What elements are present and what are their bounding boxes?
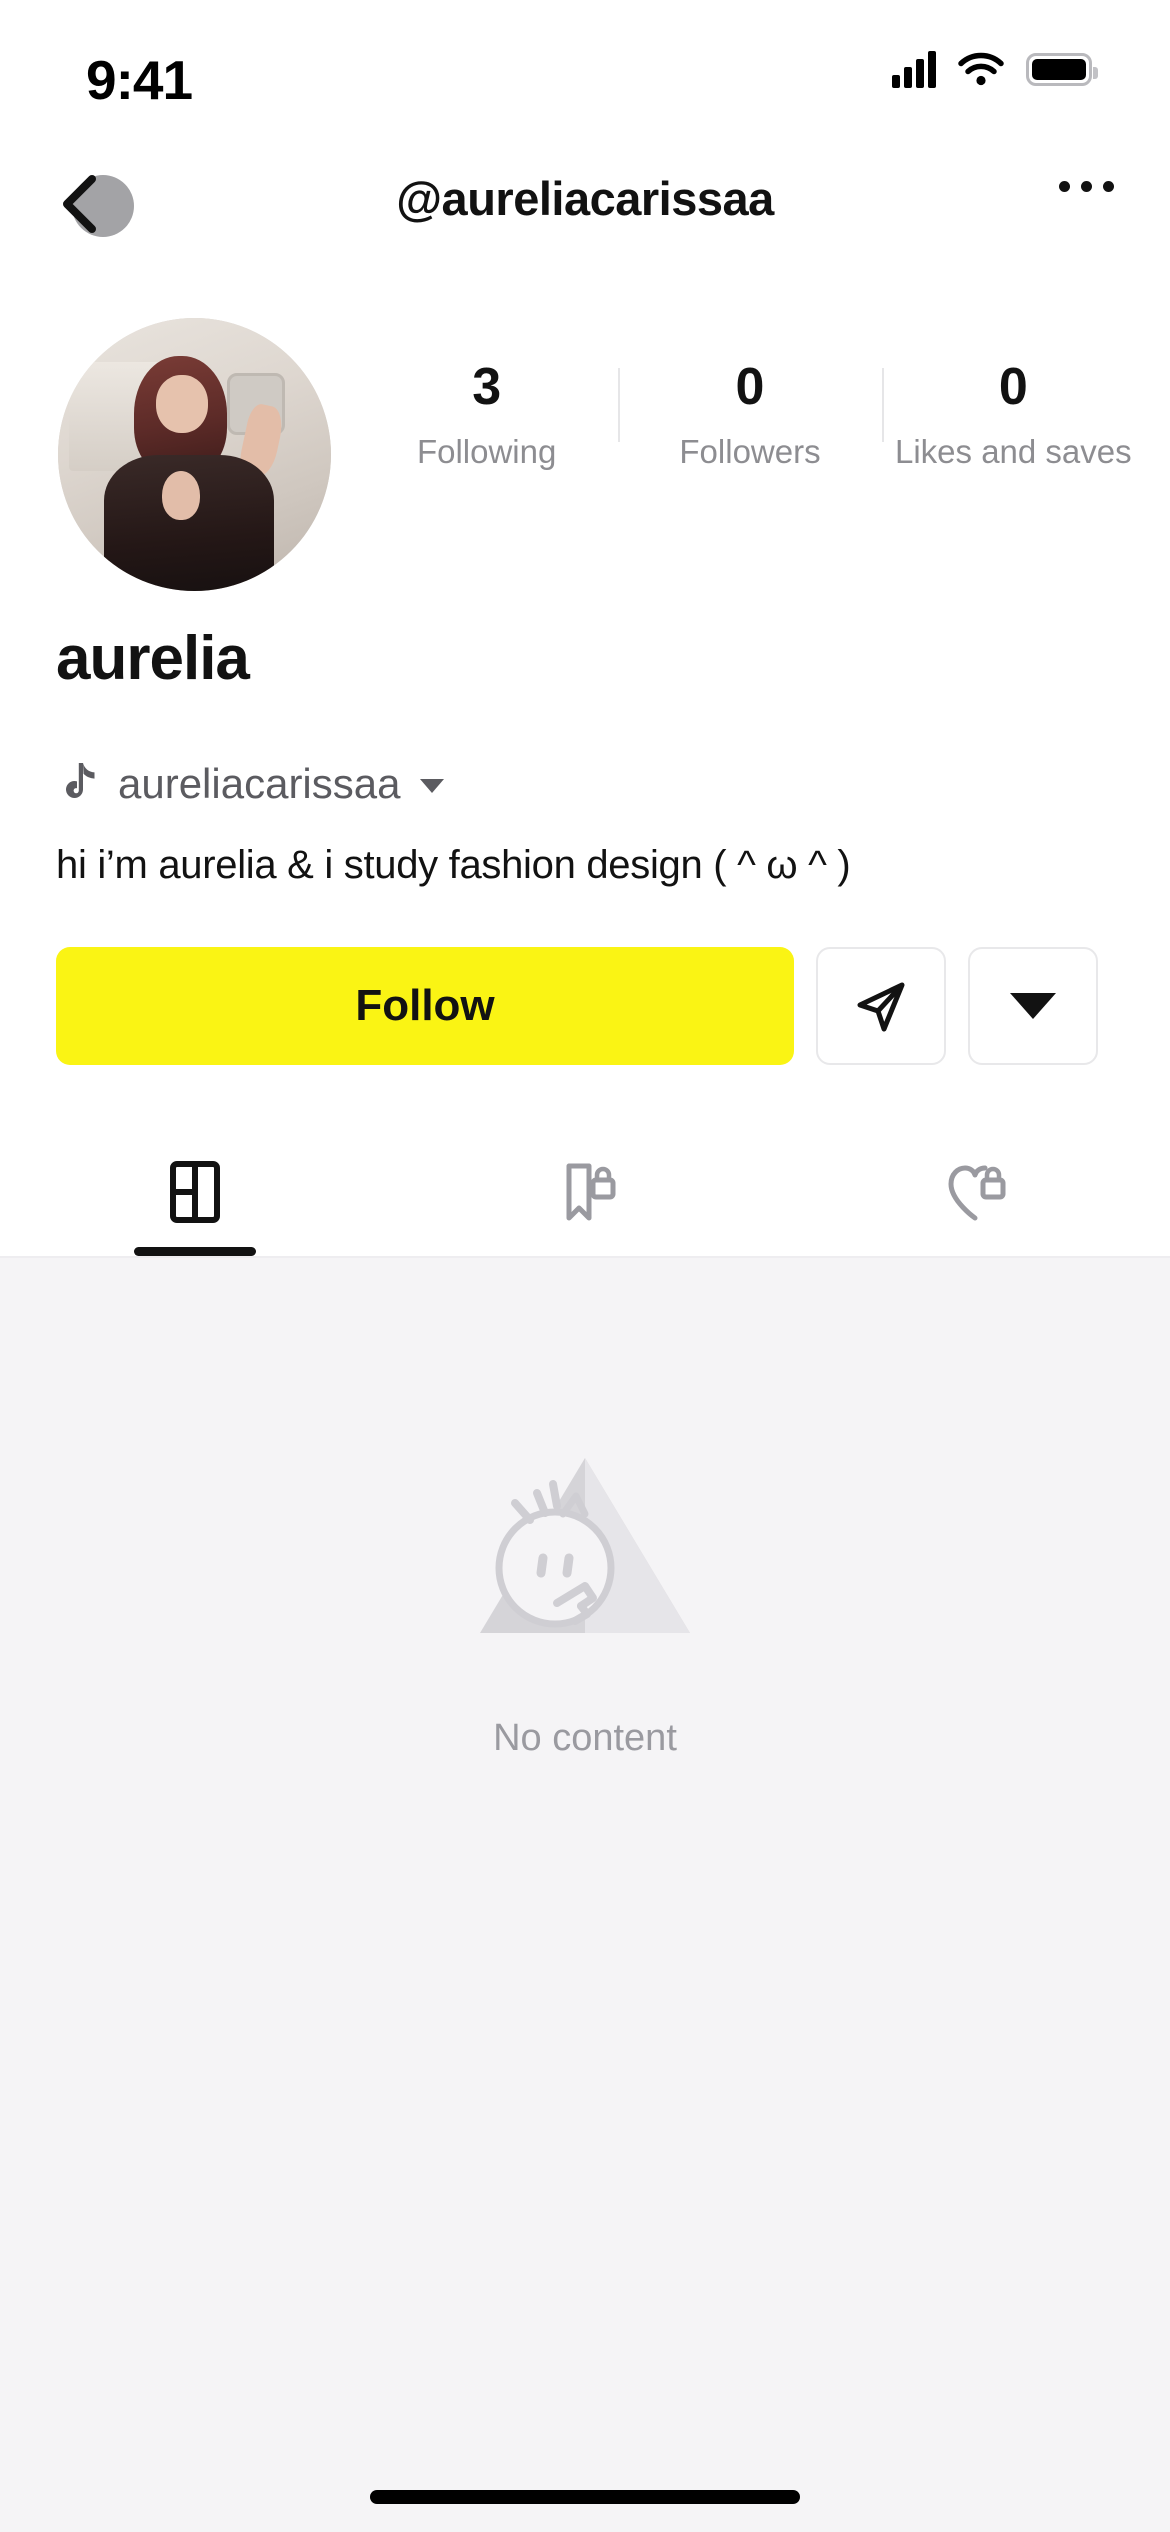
- profile-username-title: @aureliacarissaa: [396, 172, 774, 225]
- stat-value: 3: [472, 358, 502, 416]
- profile-bio: hi i’m aurelia & i study fashion design …: [56, 843, 851, 887]
- content-area: No content: [0, 1256, 1170, 2532]
- status-indicators: [892, 50, 1098, 88]
- profile-stats: 3 Following 0 Followers 0 Likes and save…: [355, 360, 1145, 471]
- no-content-illustration: [435, 1418, 735, 1668]
- grid-layout-icon: [170, 1161, 220, 1223]
- status-bar: 9:41: [0, 0, 1170, 150]
- chevron-down-icon[interactable]: [420, 779, 445, 793]
- tiktok-profile-screen: 9:41 @aureliacarissaa 3 Following 0 Foll…: [0, 0, 1170, 2532]
- wifi-icon: [958, 52, 1004, 86]
- tiktok-note-icon: [66, 763, 95, 798]
- display-name: aurelia: [56, 624, 250, 693]
- follow-button[interactable]: Follow: [56, 947, 794, 1065]
- send-message-button[interactable]: [816, 947, 946, 1065]
- avatar[interactable]: [58, 318, 331, 591]
- stat-following[interactable]: 3 Following: [355, 360, 618, 471]
- more-actions-button[interactable]: [968, 947, 1098, 1065]
- signal-bars-icon: [892, 50, 936, 88]
- tab-liked[interactable]: [780, 1128, 1170, 1256]
- stat-followers[interactable]: 0 Followers: [618, 360, 881, 471]
- home-indicator[interactable]: [370, 2490, 800, 2504]
- active-tab-indicator: [134, 1247, 256, 1256]
- heart-lock-icon: [948, 1165, 1006, 1221]
- navigation-bar: @aureliacarissaa: [0, 155, 1170, 250]
- handle-text: aureliacarissaa: [118, 760, 401, 807]
- stat-label: Following: [416, 432, 557, 470]
- profile-tabs: [0, 1128, 1170, 1256]
- more-options-icon[interactable]: [1059, 181, 1114, 192]
- chevron-down-icon: [1010, 993, 1056, 1019]
- status-time: 9:41: [86, 49, 193, 111]
- stat-value: 0: [998, 358, 1028, 416]
- bookmark-lock-icon: [566, 1163, 616, 1221]
- empty-state-text: No content: [493, 1717, 677, 1759]
- handle-row[interactable]: aureliacarissaa: [56, 760, 445, 808]
- stat-label: Likes and saves: [895, 432, 1132, 470]
- stat-value: 0: [735, 358, 765, 416]
- profile-header: 3 Following 0 Followers 0 Likes and save…: [0, 310, 1170, 610]
- tab-saved[interactable]: [390, 1128, 780, 1256]
- stat-label: Followers: [679, 432, 821, 470]
- tab-videos[interactable]: [0, 1128, 390, 1256]
- profile-actions: Follow: [56, 947, 1116, 1065]
- send-message-icon: [857, 982, 905, 1032]
- battery-icon: [1026, 52, 1098, 86]
- stat-likes-and-saves[interactable]: 0 Likes and saves: [881, 358, 1145, 471]
- empty-state: No content: [0, 1418, 1170, 1760]
